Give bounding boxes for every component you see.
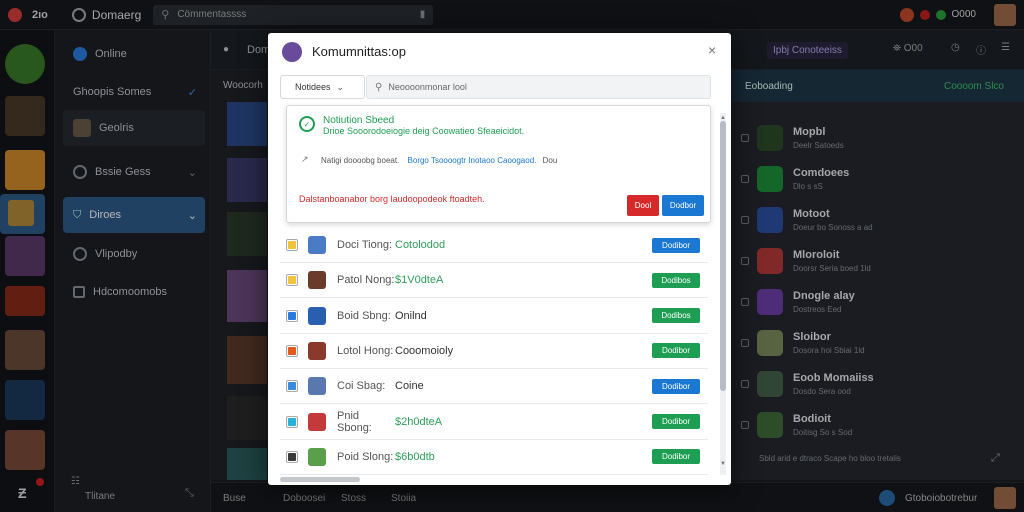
row-app-icon — [288, 276, 296, 285]
table-row[interactable]: Patol Nong: $1V0dteA Dodibos — [280, 263, 708, 299]
info-line: Natigi doooobg boeat. Borgo Tsoooogtr In… — [321, 156, 557, 165]
row-status: $1V0dteA — [395, 274, 444, 287]
table-row[interactable]: Doci Tiong: Cotolodod Dodibor — [280, 228, 708, 263]
table-row[interactable]: Boid Sbng: Onilnd Dodibos — [280, 299, 708, 334]
primary-button[interactable]: Dodbor — [662, 195, 704, 216]
row-app-icon — [288, 452, 296, 461]
row-game-thumb — [308, 271, 326, 290]
error-button[interactable]: Dool — [627, 195, 659, 216]
row-name: Poid Slong: — [337, 450, 394, 463]
tab-notices-label: Notidees — [295, 82, 331, 92]
error-text: Dalstanboanabor borg laudoopodeok ftoadt… — [299, 194, 485, 204]
scrollbar-thumb[interactable] — [720, 121, 726, 391]
row-action-button[interactable]: Dodibos — [652, 272, 700, 288]
chevron-down-icon-3: ⌄ — [336, 81, 345, 92]
row-checkbox[interactable] — [286, 344, 298, 357]
row-checkbox[interactable] — [286, 239, 298, 251]
row-game-thumb — [308, 306, 326, 325]
row-action-button[interactable]: Dodibor — [652, 414, 700, 429]
row-checkbox[interactable] — [286, 415, 298, 428]
row-action-button[interactable]: Dodibor — [652, 343, 700, 359]
success-icon: ✓ — [299, 116, 315, 132]
modal-search-placeholder: Neoooonmonar lool — [388, 82, 467, 92]
scroll-down-icon[interactable]: ▼ — [720, 461, 726, 467]
row-app-icon — [288, 382, 296, 391]
table-row[interactable]: Pnid Sbong: $2h0dteA Dodibor — [280, 405, 708, 440]
notification-card: ✓ Notiution Sbeed Drioe Sooorodoeiogie d… — [286, 105, 711, 223]
modal-search-icon: ⚲ — [375, 81, 383, 93]
row-status: Cotolodod — [395, 239, 446, 251]
row-name: Lotol Hong: — [337, 344, 394, 357]
row-status: Cooomoioly — [395, 344, 454, 357]
row-game-thumb — [308, 236, 326, 254]
row-status: $6b0dtb — [395, 450, 435, 463]
row-game-thumb — [308, 447, 326, 466]
notice-text: Drioe Sooorodoeiogie deig Coowatieo Sfea… — [323, 126, 525, 136]
row-name: Pnid Sbong: — [337, 409, 372, 434]
row-checkbox[interactable] — [286, 450, 298, 463]
table-row[interactable]: Poid Slong: $6b0dtb Dodibor — [280, 440, 708, 475]
row-name: Patol Nong: — [337, 274, 395, 287]
tab-notices[interactable]: Notidees ⌄ — [280, 75, 365, 99]
row-checkbox[interactable] — [286, 309, 298, 322]
notice-title: Notiution Sbeed — [323, 115, 395, 126]
row-name: Doci Tiong: — [337, 239, 393, 251]
horizontal-scrollbar[interactable] — [280, 477, 360, 482]
modal-title: Komumnittas:op — [312, 44, 406, 59]
row-app-icon — [288, 346, 296, 355]
row-action-button[interactable]: Dodibor — [652, 237, 700, 253]
row-name: Coi Sbag: — [337, 380, 386, 393]
row-status: Onilnd — [395, 309, 427, 322]
table-row[interactable]: Lotol Hong: Cooomoioly Dodibor — [280, 334, 708, 369]
row-action-button[interactable]: Dodibor — [652, 378, 700, 394]
row-game-thumb — [308, 377, 326, 396]
info-suffix: Dou — [542, 156, 558, 165]
table-row[interactable]: Coi Sbag: Coine Dodibor — [280, 369, 708, 405]
row-checkbox[interactable] — [286, 274, 298, 287]
info-link[interactable]: Borgo Tsoooogtr Inotaoo Caoogaod. — [408, 156, 537, 165]
row-app-icon — [288, 417, 296, 426]
close-icon[interactable]: × — [708, 42, 716, 58]
row-game-thumb — [308, 341, 326, 360]
row-status: Coine — [395, 380, 424, 393]
community-modal: Komumnittas:op × Notidees ⌄ ⚲ Neoooonmon… — [268, 33, 731, 485]
row-status: $2h0dteA — [395, 415, 443, 428]
scrollbar-track[interactable]: ▲ ▼ — [720, 113, 726, 475]
row-checkbox[interactable] — [286, 380, 298, 393]
modal-search-input[interactable]: ⚲ Neoooonmonar lool — [366, 75, 711, 99]
row-game-thumb — [308, 412, 326, 431]
info-text: Natigi doooobg boeat. — [321, 156, 400, 165]
row-name: Boid Sbng: — [337, 309, 391, 322]
info-icon: ↗ — [301, 154, 309, 164]
modal-logo-icon — [282, 42, 302, 62]
row-action-button[interactable]: Dodibor — [652, 449, 700, 465]
row-action-button[interactable]: Dodibos — [652, 308, 700, 324]
row-app-icon — [288, 241, 296, 249]
row-app-icon — [288, 311, 296, 320]
